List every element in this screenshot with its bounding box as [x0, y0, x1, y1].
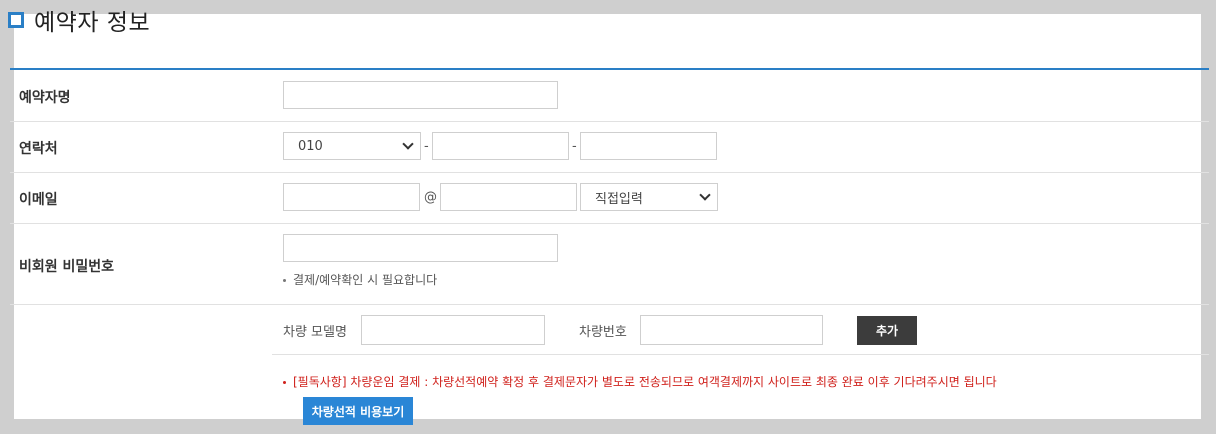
car-model-input[interactable]	[361, 315, 545, 345]
shipping-notice-text: [필독사항] 차량운임 결제 : 차량선적예약 확정 후 결제문자가 별도로 전…	[293, 375, 997, 389]
phone-prefix-select[interactable]: 010	[283, 132, 421, 160]
chevron-down-icon	[402, 138, 414, 150]
view-shipping-cost-button[interactable]: 차량선적 비용보기	[303, 397, 413, 425]
bullet-icon	[283, 279, 286, 282]
booker-name-label: 예약자명	[19, 90, 71, 106]
car-number-label: 차량번호	[579, 325, 627, 340]
password-note: 결제/예약확인 시 필요합니다	[283, 271, 437, 288]
section-header: 예약자 정보	[8, 3, 150, 37]
email-domain-input[interactable]	[440, 183, 577, 211]
password-note-text: 결제/예약확인 시 필요합니다	[293, 273, 438, 287]
email-label: 이메일	[19, 192, 58, 208]
guest-password-input[interactable]	[283, 234, 558, 262]
row-guest-password: 비회원 비밀번호	[10, 224, 1209, 305]
phone-last-input[interactable]	[580, 132, 717, 160]
phone-middle-input[interactable]	[432, 132, 569, 160]
phone-label: 연락처	[19, 141, 58, 157]
email-domain-select-value: 직접입력	[595, 191, 643, 207]
email-id-input[interactable]	[283, 183, 420, 211]
checkbox-square-icon	[8, 12, 24, 28]
car-model-label: 차량 모델명	[283, 325, 347, 340]
car-number-input[interactable]	[640, 315, 823, 345]
bullet-icon	[283, 381, 286, 384]
phone-separator: -	[572, 139, 577, 154]
phone-separator: -	[424, 139, 429, 154]
add-car-button[interactable]: 추가	[857, 316, 917, 345]
phone-prefix-value: 010	[298, 138, 323, 154]
shipping-notice: [필독사항] 차량운임 결제 : 차량선적예약 확정 후 결제문자가 별도로 전…	[283, 373, 997, 390]
chevron-down-icon	[699, 189, 711, 201]
email-domain-select[interactable]: 직접입력	[580, 183, 718, 211]
booker-name-input[interactable]	[283, 81, 558, 109]
section-title: 예약자 정보	[34, 10, 151, 36]
row-booker-name: 예약자명	[10, 70, 1209, 122]
email-at-sign: @	[424, 190, 437, 205]
car-divider	[272, 354, 1209, 355]
guest-password-label: 비회원 비밀번호	[19, 259, 115, 275]
